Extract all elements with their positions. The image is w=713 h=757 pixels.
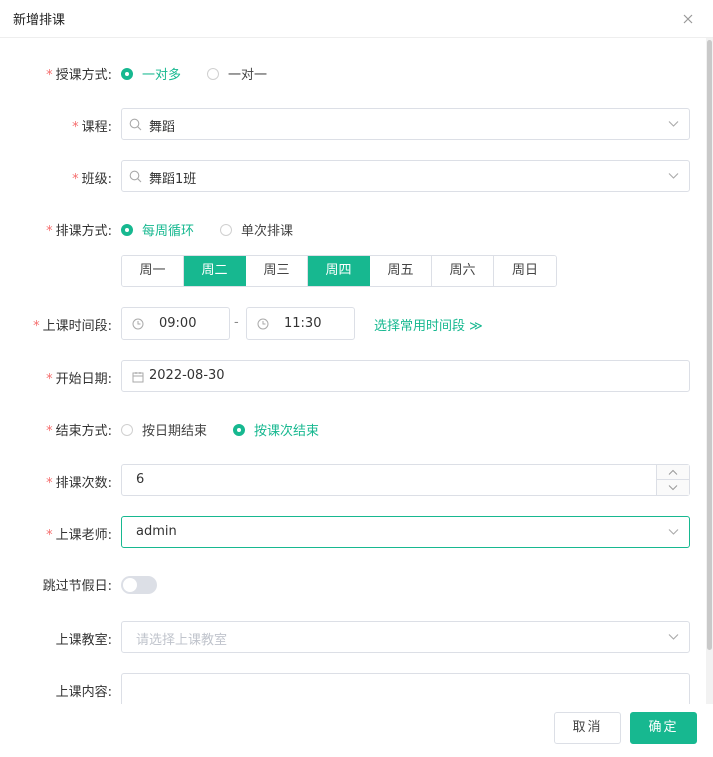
weekday-friday[interactable]: 周五 (370, 256, 432, 286)
teacher-select[interactable]: admin (121, 516, 690, 548)
chevron-down-icon (668, 529, 679, 535)
choose-common-time-link[interactable]: 选择常用时间段 ≫ (374, 315, 483, 334)
schedule-mode-row: * 排课方式: 每周循环 单次排课 (0, 220, 705, 240)
start-time-value: 09:00 (159, 316, 197, 331)
radio-weekly-cycle[interactable]: 每周循环 (121, 220, 194, 239)
radio-dot (233, 423, 245, 436)
scrollbar-thumb[interactable] (707, 40, 712, 650)
teacher-row: * 上课老师: admin (0, 516, 705, 548)
end-mode-row: * 结束方式: 按日期结束 按课次结束 (0, 420, 705, 440)
course-value: 舞蹈 (149, 120, 176, 135)
class-select[interactable]: 舞蹈1班 (121, 160, 690, 192)
chevron-down-icon (668, 485, 678, 491)
weekday-sunday[interactable]: 周日 (494, 256, 556, 286)
form-area: * 授课方式: 一对多 一对一 * 课程: 舞蹈 * 班级: 舞蹈1班 * 排课… (0, 38, 705, 704)
weekday-thursday[interactable]: 周四 (308, 256, 370, 286)
lesson-count-label: * 排课次数: (46, 476, 112, 491)
lesson-count-row: * 排课次数: 6 (0, 464, 705, 496)
weekday-button-group: 周一 周二 周三 周四 周五 周六 周日 (121, 255, 557, 287)
lesson-count-stepper[interactable]: 6 (121, 464, 690, 496)
decrement-button[interactable] (657, 480, 689, 495)
time-separator: - (234, 315, 239, 330)
end-mode-label: * 结束方式: (46, 424, 112, 439)
course-row: * 课程: 舞蹈 (0, 108, 705, 140)
teacher-value: admin (136, 524, 177, 539)
time-range-label: * 上课时间段: (33, 319, 112, 334)
radio-dot (121, 223, 133, 236)
content-textarea[interactable] (121, 673, 690, 704)
teacher-label: * 上课老师: (46, 528, 112, 543)
schedule-mode-label: * 排课方式: (46, 224, 112, 239)
radio-dot (220, 223, 232, 236)
start-time-picker[interactable]: 09:00 (121, 307, 230, 340)
start-date-picker[interactable]: 2022-08-30 (121, 360, 690, 392)
chevron-down-icon (668, 634, 679, 640)
radio-end-by-count[interactable]: 按课次结束 (233, 420, 319, 439)
classroom-label: 上课教室: (55, 633, 112, 648)
radio-dot (207, 67, 219, 80)
cancel-button[interactable]: 取消 (554, 712, 621, 744)
radio-single-schedule[interactable]: 单次排课 (220, 220, 293, 239)
class-label: * 班级: (72, 172, 112, 187)
skip-holidays-row: 跳过节假日: (0, 575, 705, 595)
lesson-count-value: 6 (136, 472, 145, 487)
radio-dot (121, 423, 133, 436)
content-row: 上课内容: (0, 673, 705, 704)
radio-one-to-one[interactable]: 一对一 (207, 64, 267, 83)
content-label: 上课内容: (55, 685, 112, 700)
chevron-down-icon (668, 121, 679, 127)
confirm-button[interactable]: 确定 (630, 712, 697, 744)
weekday-wednesday[interactable]: 周三 (246, 256, 308, 286)
dialog-footer: 取消 确定 (0, 704, 713, 757)
course-select[interactable]: 舞蹈 (121, 108, 690, 140)
close-icon[interactable] (680, 11, 696, 27)
search-icon (129, 170, 142, 183)
course-label: * 课程: (72, 120, 112, 135)
class-row: * 班级: 舞蹈1班 (0, 160, 705, 192)
end-time-picker[interactable]: 11:30 (246, 307, 355, 340)
chevron-down-icon (668, 173, 679, 179)
start-date-label: * 开始日期: (46, 372, 112, 387)
dialog-header: 新增排课 (0, 0, 713, 38)
dialog-title: 新增排课 (13, 13, 66, 28)
skip-holidays-switch[interactable] (121, 576, 157, 594)
clock-icon (257, 318, 269, 330)
teach-mode-label: * 授课方式: (46, 68, 112, 83)
weekday-saturday[interactable]: 周六 (432, 256, 494, 286)
class-value: 舞蹈1班 (149, 172, 197, 187)
classroom-placeholder: 请选择上课教室 (136, 633, 228, 648)
radio-end-by-date[interactable]: 按日期结束 (121, 420, 207, 439)
classroom-select[interactable]: 请选择上课教室 (121, 621, 690, 653)
teach-mode-row: * 授课方式: 一对多 一对一 (0, 64, 705, 84)
weekday-tuesday[interactable]: 周二 (184, 256, 246, 286)
chevron-up-icon (668, 469, 678, 475)
calendar-icon (132, 372, 144, 383)
weekday-monday[interactable]: 周一 (122, 256, 184, 286)
search-icon (129, 118, 142, 131)
stepper-buttons (656, 465, 689, 495)
end-time-value: 11:30 (284, 316, 322, 331)
classroom-row: 上课教室: 请选择上课教室 (0, 621, 705, 653)
clock-icon (132, 318, 144, 330)
radio-one-to-many[interactable]: 一对多 (121, 64, 181, 83)
switch-knob (123, 578, 137, 592)
time-range-row: * 上课时间段: 09:00 - 11:30 选择常用时间段 ≫ (0, 307, 705, 340)
skip-holidays-label: 跳过节假日: (42, 579, 112, 594)
radio-dot (121, 67, 133, 80)
add-schedule-dialog: 新增排课 * 授课方式: 一对多 一对一 * 课程: 舞蹈 * 班级: 舞蹈1班… (0, 0, 713, 757)
start-date-value: 2022-08-30 (149, 368, 225, 383)
increment-button[interactable] (657, 465, 689, 480)
start-date-row: * 开始日期: 2022-08-30 (0, 360, 705, 392)
